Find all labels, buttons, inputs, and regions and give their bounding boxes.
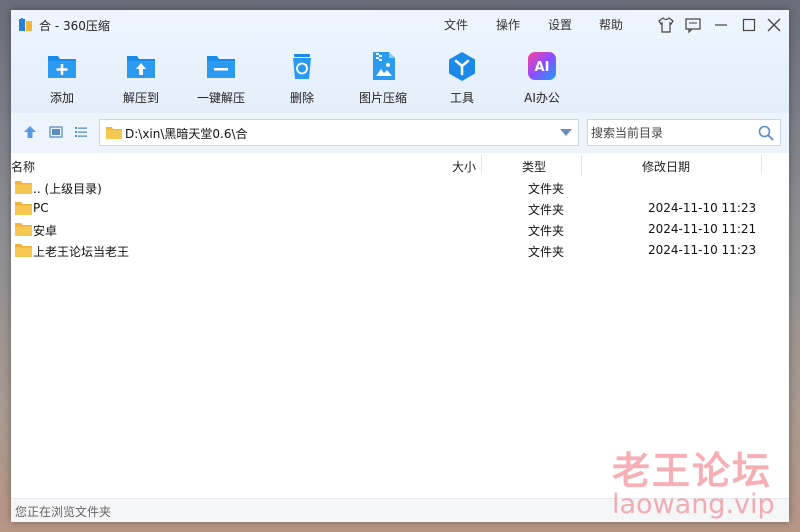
minimize-icon[interactable] <box>712 16 730 34</box>
status-text: 您正在浏览文件夹 <box>15 505 112 519</box>
file-row-pc[interactable]: PC 文件夹 2024-11-10 11:23 <box>11 198 789 219</box>
file-name: .. (上级目录) <box>33 182 102 196</box>
tools-label: 工具 <box>449 91 474 105</box>
menu-help[interactable]: 帮助 <box>599 16 623 33</box>
file-date: 2024-11-10 11:21 <box>648 222 757 236</box>
file-name: PC <box>33 201 49 215</box>
menu-file[interactable]: 文件 <box>444 16 468 33</box>
add-icon <box>48 56 76 78</box>
one-click-extract-icon <box>207 56 235 78</box>
delete-label: 删除 <box>289 91 314 105</box>
title-bar: 合 - 360压缩 文件 操作 设置 帮助 <box>11 10 789 40</box>
file-row-parent[interactable]: .. (上级目录) 文件夹 <box>11 177 789 198</box>
menu-settings[interactable]: 设置 <box>548 16 572 33</box>
recycle-bin-icon <box>293 54 311 79</box>
delete-button[interactable]: 删除 <box>267 50 337 106</box>
search-icon[interactable] <box>758 125 774 141</box>
watermark-url: laowang.vip <box>612 489 775 520</box>
column-header-name[interactable]: 名称 <box>11 158 35 175</box>
chevron-down-icon[interactable] <box>560 129 572 137</box>
header-area: 合 - 360压缩 文件 操作 设置 帮助 添加 解压到 一键解压 删除 图片压… <box>11 10 789 113</box>
file-date: 2024-11-10 11:23 <box>648 201 757 215</box>
column-divider[interactable] <box>761 155 762 175</box>
file-type: 文件夹 <box>528 182 565 196</box>
folder-icon <box>15 202 32 215</box>
file-type: 文件夹 <box>528 203 565 217</box>
one-click-extract-label: 一键解压 <box>196 91 245 105</box>
image-compress-button[interactable]: 图片压缩 <box>348 50 418 106</box>
ai-office-icon: AI <box>528 52 556 80</box>
folder-icon <box>15 181 32 194</box>
file-date: 2024-11-10 11:23 <box>648 243 757 257</box>
one-click-extract-button[interactable]: 一键解压 <box>186 50 256 106</box>
tools-icon <box>449 52 475 81</box>
file-name: 上老王论坛当老王 <box>33 245 130 259</box>
extract-to-icon <box>127 56 155 78</box>
image-compress-icon <box>373 52 395 80</box>
file-type: 文件夹 <box>528 245 565 259</box>
thumbnail-view-icon[interactable] <box>48 124 64 140</box>
file-row-android[interactable]: 安卓 文件夹 2024-11-10 11:21 <box>11 219 789 240</box>
watermark-title: 老王论坛 <box>612 449 773 493</box>
menu-operate[interactable]: 操作 <box>496 16 520 33</box>
folder-icon <box>15 223 32 236</box>
window-title: 合 - 360压缩 <box>39 19 110 33</box>
path-field[interactable]: D:\xin\黑暗天堂0.6\合 <box>99 119 579 146</box>
image-compress-label: 图片压缩 <box>358 91 407 105</box>
address-bar-row: D:\xin\黑暗天堂0.6\合 <box>11 113 789 153</box>
file-name: 安卓 <box>33 224 58 238</box>
tools-button[interactable]: 工具 <box>427 50 497 106</box>
extract-to-button[interactable]: 解压到 <box>106 50 176 106</box>
feedback-message-icon[interactable] <box>684 16 702 34</box>
add-label: 添加 <box>49 91 74 105</box>
column-header-size[interactable]: 大小 <box>452 158 476 175</box>
column-divider[interactable] <box>481 155 482 175</box>
list-view-icon[interactable] <box>73 124 89 140</box>
search-field <box>587 119 781 146</box>
close-icon[interactable] <box>765 16 783 34</box>
folder-icon <box>15 244 32 257</box>
column-header-type[interactable]: 类型 <box>522 158 546 175</box>
folder-icon <box>106 127 122 139</box>
skin-shirt-icon[interactable] <box>657 16 675 34</box>
app-logo-icon <box>19 18 32 31</box>
ai-office-button[interactable]: AI AI办公 <box>507 50 577 106</box>
extract-to-label: 解压到 <box>122 91 159 105</box>
ai-badge-text: AI <box>535 60 550 75</box>
search-input[interactable] <box>591 124 751 141</box>
column-divider[interactable] <box>581 155 582 175</box>
maximize-icon[interactable] <box>740 16 758 34</box>
up-arrow-icon[interactable] <box>22 124 38 140</box>
file-row-laowang[interactable]: 上老王论坛当老王 文件夹 2024-11-10 11:23 <box>11 240 789 261</box>
column-header-date[interactable]: 修改日期 <box>642 158 690 175</box>
file-type: 文件夹 <box>528 224 565 238</box>
path-text: D:\xin\黑暗天堂0.6\合 <box>125 127 248 141</box>
ai-office-label: AI办公 <box>524 91 560 105</box>
add-button[interactable]: 添加 <box>27 50 97 106</box>
